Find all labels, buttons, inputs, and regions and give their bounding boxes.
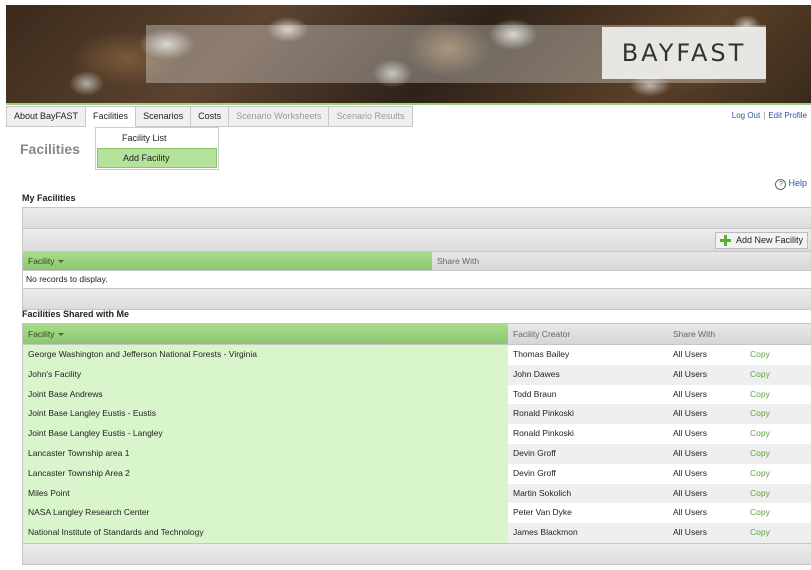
cell-facility: Joint Base Langley Eustis - Langley [23,424,508,444]
edit-profile-link[interactable]: Edit Profile [768,111,807,120]
column-header-facility[interactable]: Facility [23,252,432,270]
nav-about[interactable]: About BayFAST [6,106,87,127]
copy-link[interactable]: Copy [750,523,811,543]
add-new-facility-label: Add New Facility [735,235,803,245]
cell-facility: Joint Base Langley Eustis - Eustis [23,404,508,425]
cell-facility: Lancaster Township area 1 [23,443,508,464]
logout-link[interactable]: Log Out [732,111,760,120]
copy-link[interactable]: Copy [750,503,811,523]
plus-icon [719,235,731,246]
table-row[interactable]: Joint Base Langley Eustis - Eustis Ronald… [23,404,811,425]
copy-link[interactable]: Copy [750,345,811,365]
cell-creator: Martin Sokolich [508,483,668,504]
cell-facility: John's Facility [23,364,508,385]
cell-creator: John Dawes [508,364,668,385]
no-records-message: No records to display. [23,271,811,289]
table-row[interactable]: NASA Langley Research Center Peter Van Dy… [23,503,811,524]
column-header-share-with[interactable]: Share With [432,252,811,270]
logo-text: BAYFAST [621,39,747,67]
column-header-creator[interactable]: Facility Creator [508,324,668,344]
column-header-share-with[interactable]: Share With [668,324,811,344]
cell-facility: National Institute of Standards and Tech… [23,523,508,543]
nav-costs[interactable]: Costs [191,106,230,127]
column-header-facility[interactable]: Facility [23,324,508,344]
dropdown-add-facility[interactable]: Add Facility [97,148,217,168]
table-row[interactable]: John's Facility John Dawes All Users Copy [23,364,811,385]
grid-header: Facility Share With [23,252,811,271]
copy-link[interactable]: Copy [750,483,811,504]
grid-footer [23,289,811,309]
cell-creator: Thomas Bailey [513,349,570,359]
top-links: Log Out | Edit Profile [732,111,807,120]
logo[interactable]: BAYFAST [602,27,766,79]
facilities-dropdown: Facility List Add Facility [95,127,219,170]
page-title: Facilities [20,141,80,157]
cell-creator: Devin Groff [508,443,668,464]
table-row[interactable]: Lancaster Township Area 2 Devin Groff All … [23,463,811,484]
copy-link[interactable]: Copy [750,464,811,484]
table-row[interactable]: George Washington and Jefferson National… [23,345,811,365]
cell-share: All Users [668,404,750,425]
cell-facility: Miles Point [23,483,508,504]
cell-share: All Users [673,388,708,399]
add-new-facility-button[interactable]: Add New Facility [714,232,808,249]
table-row[interactable]: Joint Base Andrews Todd Braun All Users Cop… [23,384,811,405]
grid-top-bar [23,208,811,229]
cell-creator: Devin Groff [513,467,556,478]
my-facilities-grid: Add New Facility Facility Share With No … [22,207,811,310]
copy-link[interactable]: Copy [750,424,811,444]
cell-creator: Ronald Pinkoski [513,428,574,439]
cell-facility: NASA Langley Research Center [23,503,508,524]
my-facilities-title: My Facilities [22,193,76,203]
cell-creator: James Blackmon [508,523,668,543]
sort-arrow-icon [58,260,65,264]
grid-toolbar: Add New Facility [23,229,811,252]
copy-link[interactable]: Copy [750,404,811,425]
table-row[interactable]: National Institute of Standards and Tech… [23,523,811,543]
cell-facility: George Washington and Jefferson National… [23,345,508,365]
copy-link[interactable]: Copy [750,385,811,405]
cell-facility: Lancaster Township Area 2 [23,463,508,484]
table-row[interactable]: Miles Point Martin Sokolich All Users Copy [23,483,811,504]
nav-scenario-worksheets[interactable]: Scenario Worksheets [229,106,330,127]
grid-header: Facility Facility Creator Share With [23,324,811,345]
cell-facility: Joint Base Andrews [23,384,508,405]
help-link[interactable]: ? Help [775,178,807,190]
help-label: Help [788,178,807,188]
cell-share: All Users [673,467,708,478]
nav-scenario-results[interactable]: Scenario Results [329,106,413,127]
nav-facilities[interactable]: Facilities [86,106,137,127]
copy-link[interactable]: Copy [750,364,811,385]
cell-creator: Ronald Pinkoski [508,404,668,425]
help-icon: ? [775,179,787,190]
cell-creator: Todd Braun [513,388,557,399]
nav-scenarios[interactable]: Scenarios [136,106,192,127]
table-row[interactable]: Joint Base Langley Eustis - Langley Ronal… [23,424,811,444]
cell-share: All Users [668,443,750,464]
shared-facilities-grid: Facility Facility Creator Share With Geo… [22,323,811,565]
cell-share: All Users [668,523,750,543]
shared-rows: George Washington and Jefferson National… [23,345,811,543]
link-separator: | [763,111,766,120]
grid-footer [23,542,811,564]
sort-arrow-icon [58,333,65,337]
main-nav: About BayFAST Facilities Scenarios Costs… [6,106,413,127]
cell-share: All Users [668,483,750,504]
cell-share: All Users [673,507,708,518]
cell-share: All Users [668,364,750,385]
header-banner: BAYFAST [6,5,811,105]
copy-link[interactable]: Copy [750,443,811,464]
cell-share: All Users [673,428,708,439]
dropdown-facility-list[interactable]: Facility List [97,129,217,147]
cell-share: All Users [673,349,708,359]
cell-creator: Peter Van Dyke [513,507,572,518]
table-row[interactable]: Lancaster Township area 1 Devin Groff All … [23,443,811,464]
shared-facilities-title: Facilities Shared with Me [22,309,130,319]
